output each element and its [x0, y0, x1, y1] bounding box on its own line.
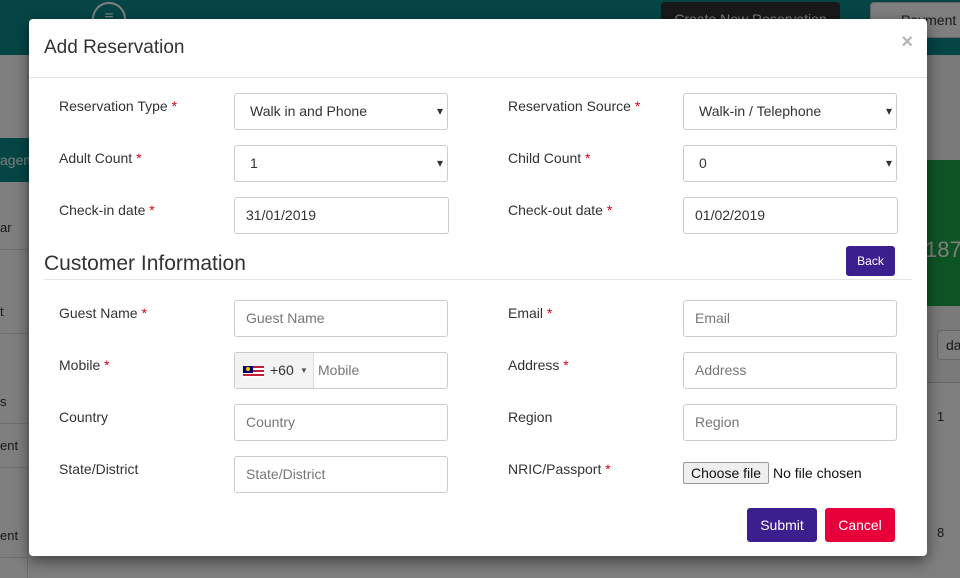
- close-icon[interactable]: ×: [901, 31, 913, 54]
- mobile-input[interactable]: Mobile: [318, 353, 359, 388]
- adult-count-select[interactable]: 1: [234, 145, 448, 182]
- region-label: Region: [508, 409, 553, 425]
- email-label: Email *: [508, 305, 553, 321]
- email-input[interactable]: Email: [683, 300, 897, 337]
- nric-passport-label: NRIC/Passport *: [508, 461, 611, 477]
- dial-code: +60: [270, 362, 294, 378]
- modal-header: Add Reservation ×: [29, 19, 927, 78]
- guest-name-label: Guest Name *: [59, 305, 147, 321]
- guest-name-input[interactable]: Guest Name: [234, 300, 448, 337]
- mobile-field: +60 ▼ Mobile: [234, 352, 448, 389]
- modal-title: Add Reservation: [44, 37, 185, 58]
- choose-file-button[interactable]: Choose file: [683, 462, 769, 484]
- reservation-type-label: Reservation Type *: [59, 98, 178, 114]
- child-count-select[interactable]: 0: [683, 145, 897, 182]
- checkout-date-label: Check-out date *: [508, 202, 613, 218]
- file-status-text: No file chosen: [773, 465, 862, 481]
- back-button[interactable]: Back: [846, 246, 895, 276]
- malaysia-flag-icon: [243, 366, 264, 378]
- country-input[interactable]: Country: [234, 404, 448, 441]
- address-input[interactable]: Address: [683, 352, 897, 389]
- checkout-date-input[interactable]: 01/02/2019: [683, 197, 898, 234]
- adult-count-label: Adult Count *: [59, 150, 142, 166]
- add-reservation-modal: Add Reservation × Reservation Type * Wal…: [29, 19, 927, 556]
- country-label: Country: [59, 409, 109, 425]
- reservation-source-label: Reservation Source *: [508, 98, 641, 114]
- reservation-type-select[interactable]: Walk in and Phone: [234, 93, 448, 130]
- checkin-date-label: Check-in date *: [59, 202, 155, 218]
- country-code-dropdown[interactable]: +60 ▼: [235, 353, 314, 388]
- section-divider: [44, 279, 912, 280]
- mobile-label: Mobile *: [59, 357, 110, 373]
- caret-down-icon: ▼: [300, 366, 308, 375]
- customer-information-heading: Customer Information: [44, 252, 246, 275]
- address-label: Address *: [508, 357, 569, 373]
- state-district-input[interactable]: State/District: [234, 456, 448, 493]
- cancel-button[interactable]: Cancel: [825, 508, 895, 542]
- child-count-label: Child Count *: [508, 150, 591, 166]
- reservation-source-select[interactable]: Walk-in / Telephone: [683, 93, 897, 130]
- state-district-label: State/District: [59, 461, 139, 477]
- checkin-date-input[interactable]: 31/01/2019: [234, 197, 449, 234]
- region-input[interactable]: Region: [683, 404, 897, 441]
- submit-button[interactable]: Submit: [747, 508, 817, 542]
